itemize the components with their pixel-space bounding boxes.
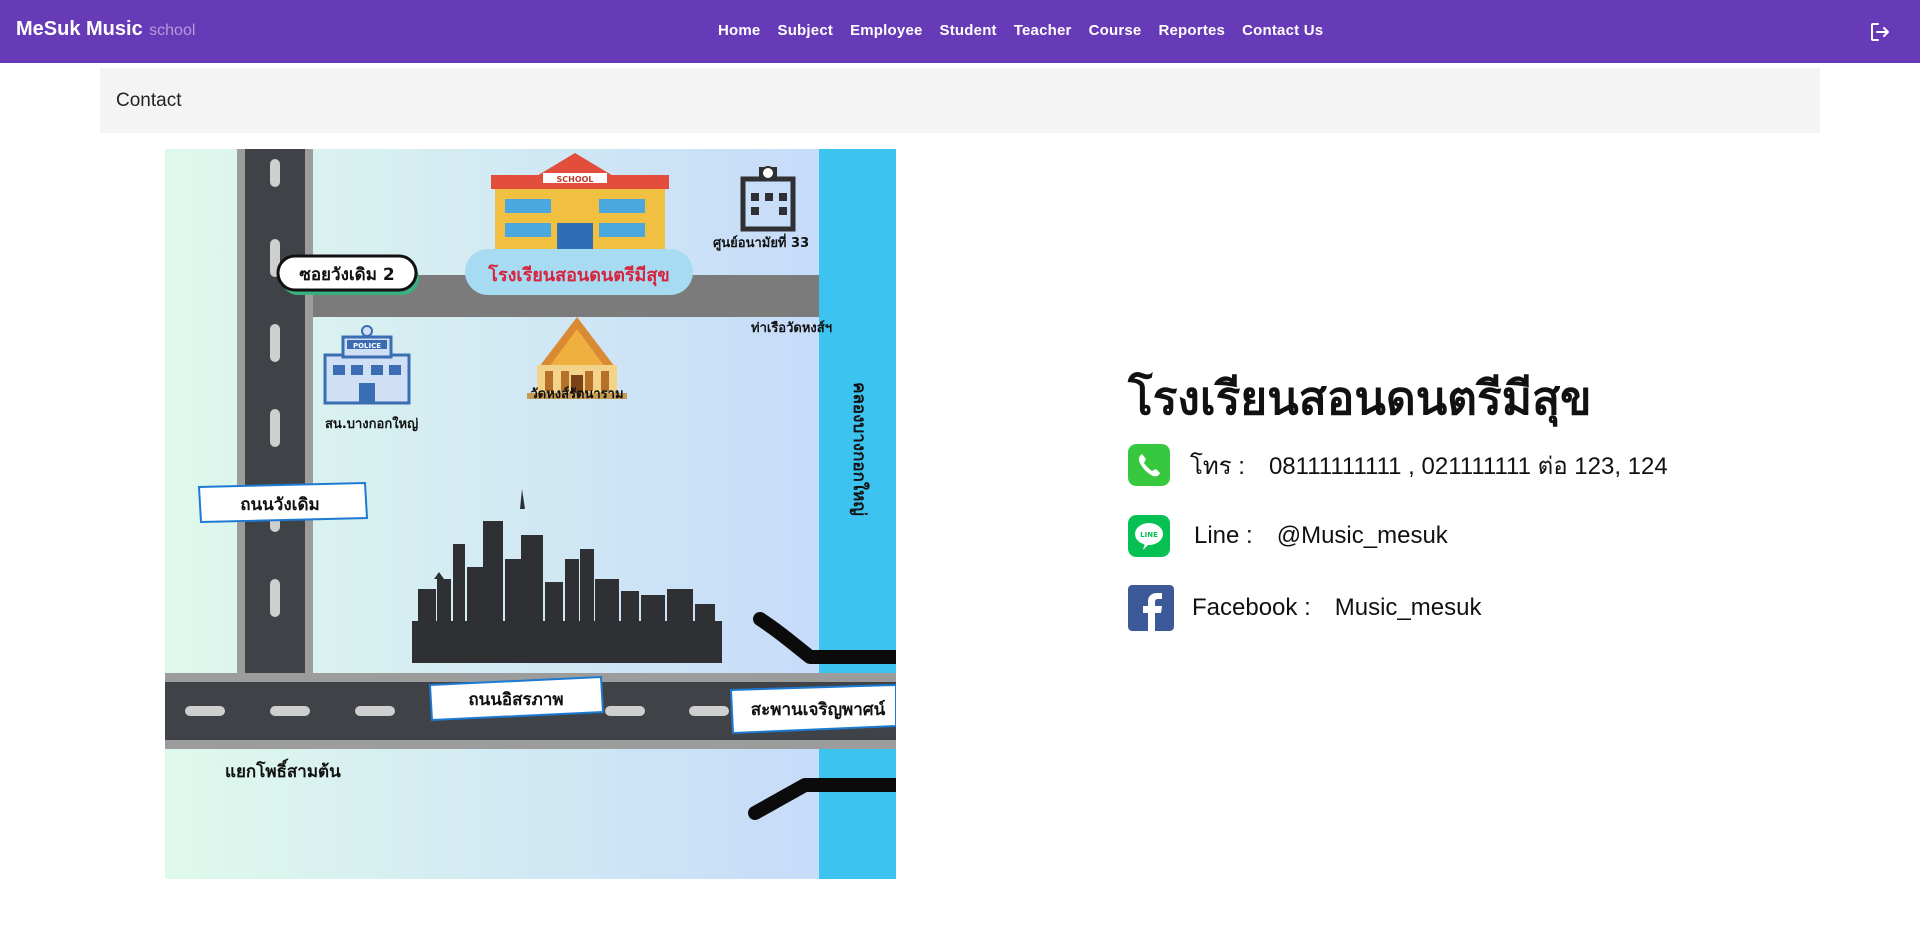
logout-icon[interactable] [1868, 20, 1892, 44]
phone-row: โทร : 08111111111 , 021111111 ต่อ 123, 1… [1128, 444, 1668, 486]
nav-subject[interactable]: Subject [777, 22, 833, 39]
nav-teacher[interactable]: Teacher [1014, 22, 1072, 39]
bridge-label: สะพานเจริญพาศน์ [751, 699, 886, 720]
temple-label: วัดหงส์รัตนาราม [530, 386, 623, 402]
facebook-icon [1128, 585, 1174, 631]
police-sign-text: POLICE [353, 342, 381, 350]
top-navbar: MeSuk Music school Home Subject Employee… [0, 0, 1920, 63]
facebook-row: Facebook : Music_mesuk [1128, 585, 1481, 631]
facebook-label: Facebook : [1192, 594, 1311, 621]
phone-label: โทร : [1190, 452, 1245, 480]
location-map: SCHOOL โรงเรียนสอนดนตรีมีสุข ศูนย์อนามัย… [165, 149, 896, 879]
brand-logo[interactable]: MeSuk Music school [16, 18, 195, 41]
line-row: LINE Line : @Music_mesuk [1128, 515, 1448, 557]
pier-label: ท่าเรือวัดหงส์ฯ [751, 320, 832, 336]
line-label: Line : [1194, 522, 1253, 549]
nav-student[interactable]: Student [940, 22, 997, 39]
nav-reportes[interactable]: Reportes [1158, 22, 1225, 39]
nav-employee[interactable]: Employee [850, 22, 922, 39]
page-title: Contact [116, 90, 182, 111]
brand-name: MeSuk Music [16, 18, 143, 40]
road-wongdoem-vertical [237, 149, 313, 675]
breadcrumb: Contact [100, 68, 1820, 133]
police-label: สน.บางกอกใหญ่ [325, 415, 418, 432]
road-wongdoem-label: ถนนวังเดิม [240, 495, 319, 515]
brand-subtitle: school [149, 22, 196, 39]
line-value[interactable]: @Music_mesuk [1277, 522, 1448, 550]
line-icon: LINE [1128, 515, 1170, 557]
facebook-value[interactable]: Music_mesuk [1335, 594, 1482, 622]
school-sign-text: SCHOOL [556, 175, 593, 184]
health-center-label: ศูนย์อนามัยที่ 33 [713, 233, 809, 251]
nav-home[interactable]: Home [718, 22, 760, 39]
school-map-label: โรงเรียนสอนดนตรีมีสุข [487, 264, 669, 287]
svg-text:LINE: LINE [1140, 531, 1158, 539]
canal-label: คลองบางกอกใหญ่ [849, 382, 870, 516]
nav-course[interactable]: Course [1089, 22, 1142, 39]
nav-menu: Home Subject Employee Student Teacher Co… [718, 22, 1340, 39]
school-name-heading: โรงเรียนสอนดนตรีมีสุข [1128, 371, 1592, 425]
phone-value: 08111111111 , 021111111 ต่อ 123, 124 [1268, 452, 1668, 480]
intersection-label: แยกโพธิ์สามต้น [225, 758, 341, 782]
phone-icon [1128, 444, 1170, 486]
soi-label: ซอยวังเดิม 2 [299, 265, 394, 285]
road-itsaraphap-label: ถนนอิสรภาพ [468, 690, 563, 710]
nav-contact-us[interactable]: Contact Us [1242, 22, 1323, 39]
